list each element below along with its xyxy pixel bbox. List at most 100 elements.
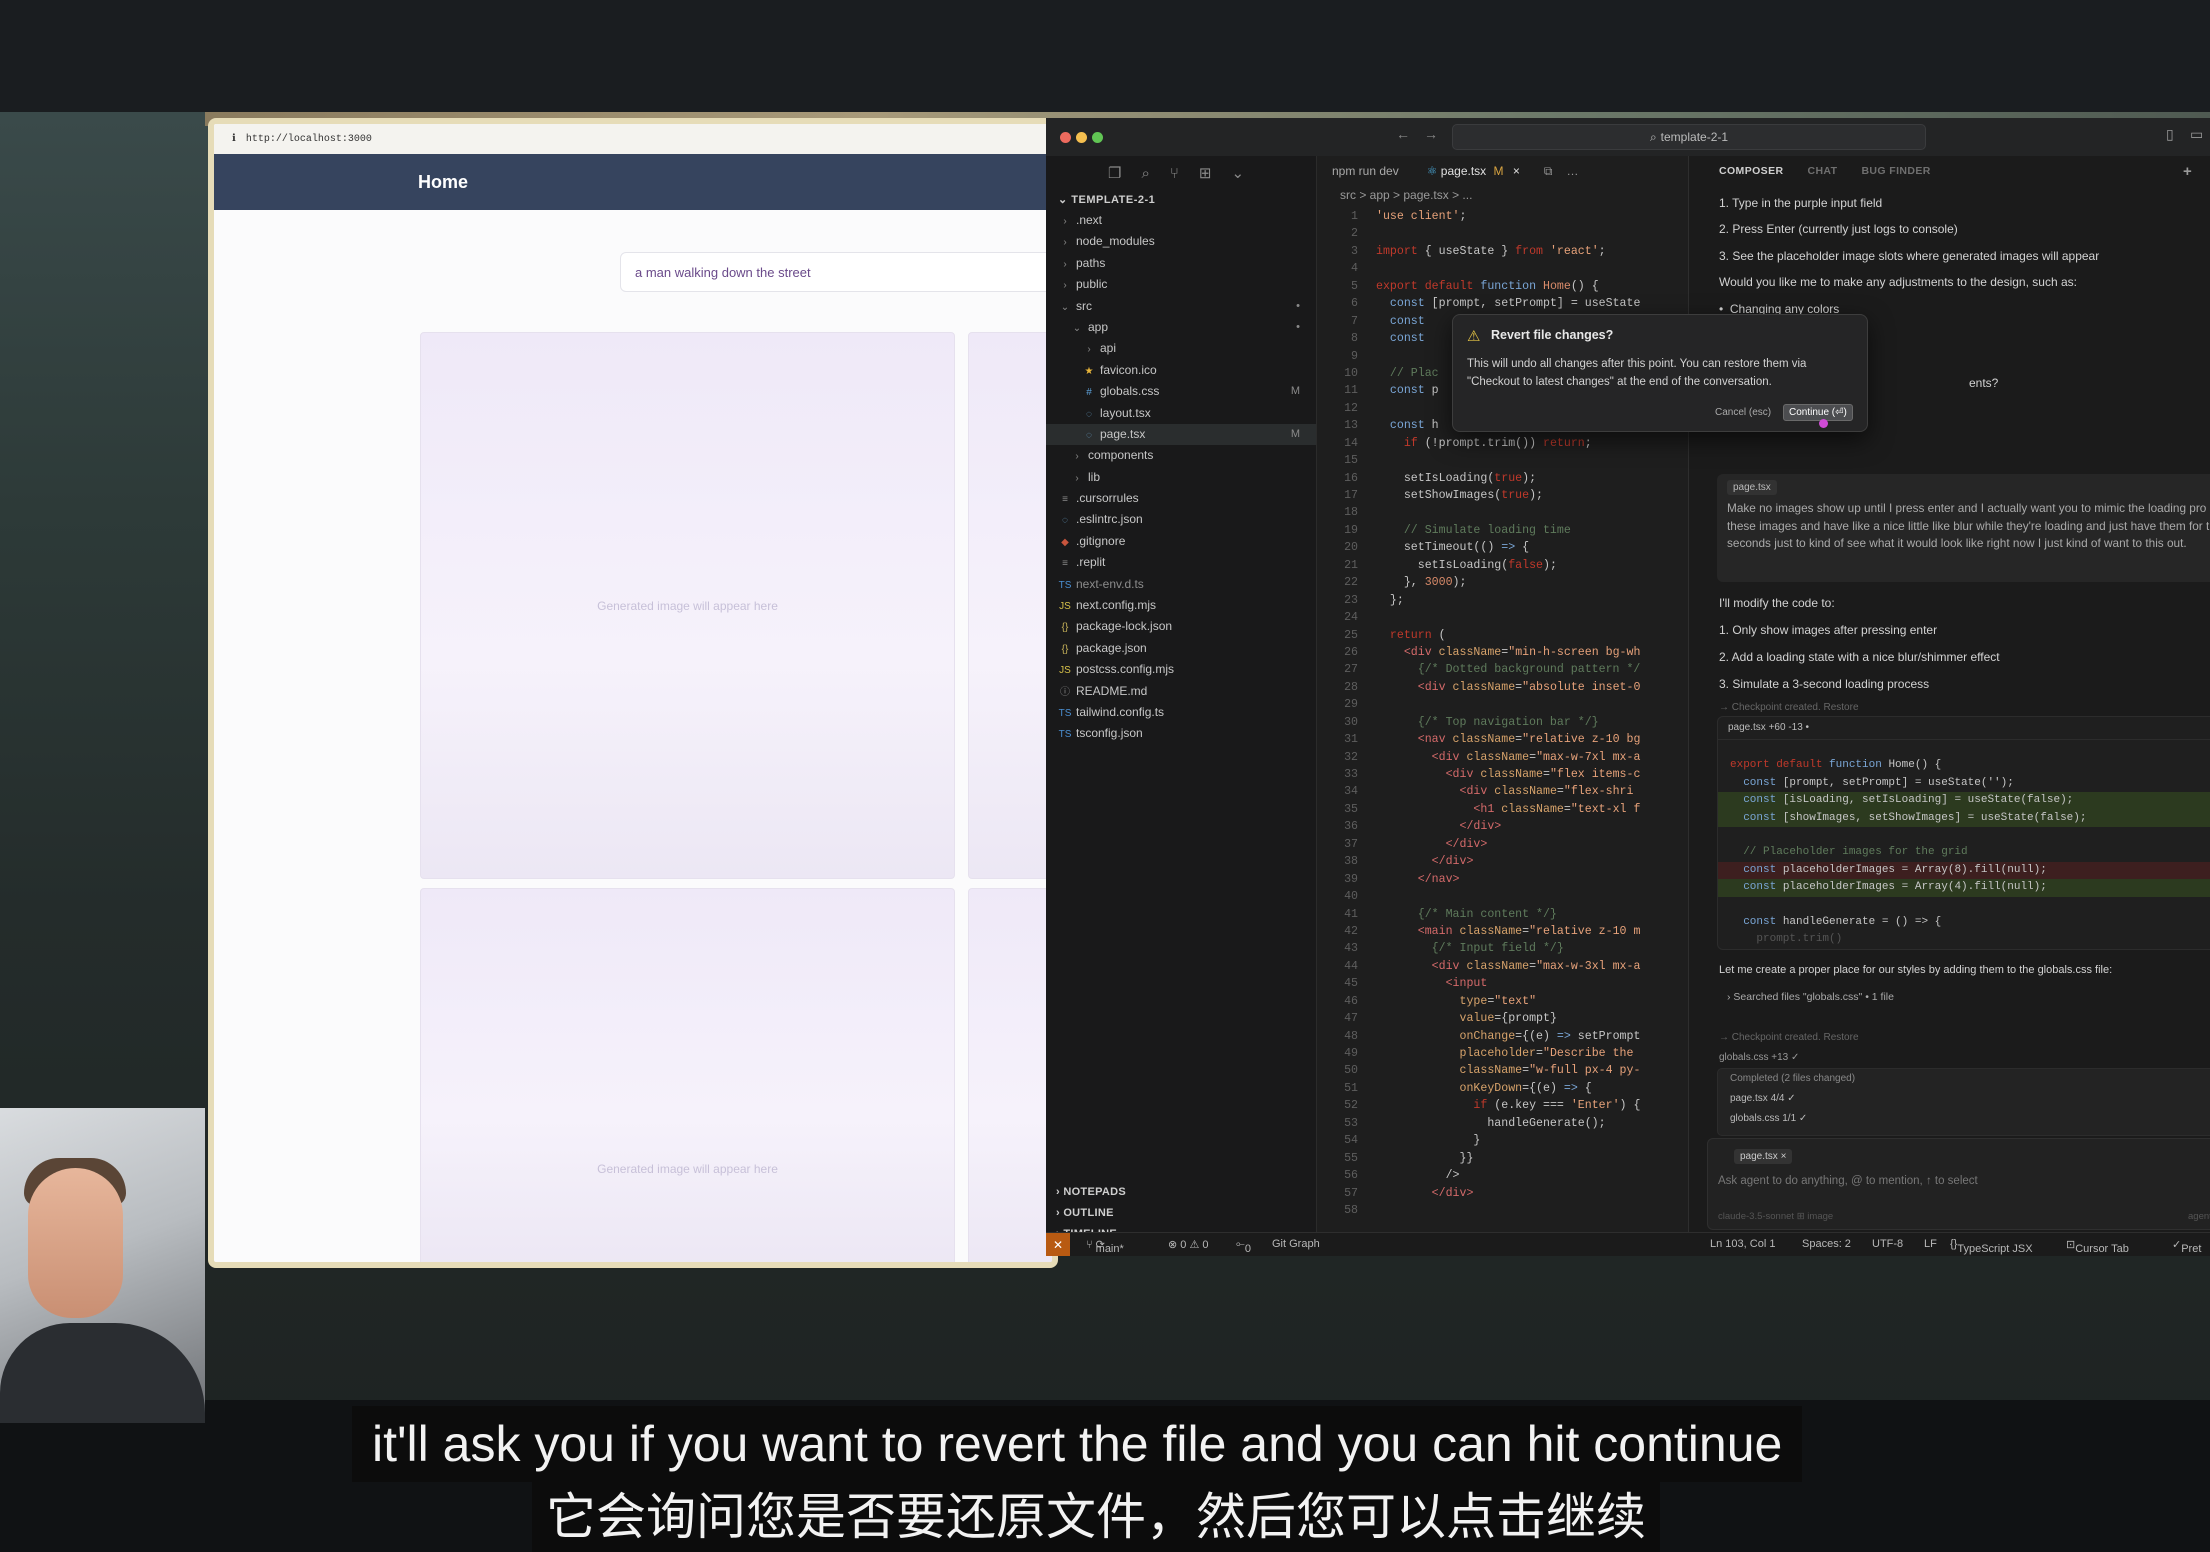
close-window-button[interactable] [1060, 132, 1071, 143]
cursor-position[interactable]: Ln 103, Col 1 [1710, 1238, 1775, 1250]
close-icon[interactable]: × [1513, 164, 1520, 178]
branch-indicator[interactable]: ⑂ main* ⟳ [1086, 1238, 1124, 1255]
file-tree-item[interactable]: {} package.json [1046, 638, 1316, 659]
indentation[interactable]: Spaces: 2 [1802, 1238, 1851, 1250]
file-label: tailwind.config.ts [1076, 704, 1165, 719]
cancel-button[interactable]: Cancel (esc) [1715, 407, 1771, 418]
file-chip[interactable]: page.tsx × [1734, 1149, 1793, 1164]
language-mode[interactable]: {} TypeScript JSX [1950, 1238, 2033, 1255]
chevron-down-icon[interactable]: ⌄ [1231, 164, 1244, 182]
completed-file[interactable]: page.tsx 4/4 ✓ [1718, 1089, 2210, 1109]
file-chip[interactable]: page.tsx [1727, 480, 1777, 495]
agent-mode[interactable]: agent [2188, 1211, 2210, 1222]
checkpoint-restore-link[interactable]: → Checkpoint created. Restore [1719, 1032, 1859, 1043]
command-search[interactable]: ⌕ template-2-1 [1452, 124, 1926, 150]
file-tree-item[interactable]: › public [1046, 274, 1316, 295]
file-tree-item[interactable]: TS tailwind.config.ts [1046, 702, 1316, 723]
remote-icon[interactable]: ✕ [1046, 1233, 1070, 1256]
plus-icon[interactable]: + [2183, 163, 2192, 180]
file-label: components [1088, 448, 1154, 463]
tab-page-tsx[interactable]: ⚛ page.tsx M × [1412, 156, 1534, 186]
placeholder-text: Generated image will appear here [597, 598, 778, 613]
file-tree-item[interactable]: JS postcss.config.mjs [1046, 659, 1316, 680]
source-control-icon[interactable]: ⑂ [1170, 165, 1179, 182]
file-tree-item[interactable]: ◌ .eslintrc.json [1046, 509, 1316, 530]
tab-chat[interactable]: CHAT [1807, 165, 1837, 177]
globals-card[interactable]: globals.css +13 ✓ [1719, 1052, 1799, 1063]
address-bar[interactable]: ℹ http://localhost:3000 [214, 124, 1052, 154]
file-tree-item[interactable]: {} package-lock.json [1046, 616, 1316, 637]
js-icon: JS [1059, 601, 1071, 613]
file-tree-item[interactable]: › paths [1046, 253, 1316, 274]
file-tree-item[interactable]: # globals.css M [1046, 381, 1316, 402]
explorer-title[interactable]: ⌄ TEMPLATE-2-1 [1046, 190, 1316, 210]
agent-input[interactable]: page.tsx × Ask agent to do anything, @ t… [1707, 1138, 2210, 1230]
breadcrumb[interactable]: src > app > page.tsx > ... [1340, 188, 1472, 202]
file-label: app [1088, 319, 1109, 334]
chevron-right-icon: › [1075, 472, 1079, 484]
file-tree-item[interactable]: ≡ .cursorrules [1046, 488, 1316, 509]
chevron-right-icon: › [1063, 216, 1067, 227]
file-tree-item[interactable]: ◌ layout.tsx [1046, 403, 1316, 424]
file-tree-item[interactable]: › api [1046, 338, 1316, 359]
file-tree-item[interactable]: TS tsconfig.json [1046, 723, 1316, 744]
dialog-title: Revert file changes? [1491, 328, 1614, 342]
diff-preview[interactable]: page.tsx +60 -13 • export default functi… [1717, 716, 2210, 950]
file-tree-item[interactable]: › lib [1046, 467, 1316, 488]
file-tree-item[interactable]: TS next-env.d.ts [1046, 574, 1316, 595]
file-tree-item[interactable]: ≡ .replit [1046, 552, 1316, 573]
search-icon[interactable]: ⌕ [1141, 165, 1149, 182]
completed-summary[interactable]: Completed (2 files changed) page.tsx 4/4… [1717, 1068, 2210, 1136]
file-tree-item[interactable]: ⌄ src • [1046, 296, 1316, 317]
searched-files[interactable]: › Searched files "globals.css" • 1 file [1717, 984, 2210, 1010]
modify-intro: I'll modify the code to: [1719, 596, 1835, 610]
file-label: .replit [1076, 555, 1106, 570]
cursor-tab-toggle[interactable]: ⊡ Cursor Tab [2066, 1238, 2129, 1255]
minimize-window-button[interactable] [1076, 132, 1087, 143]
notepads-section[interactable]: › NOTEPADS [1046, 1182, 1326, 1203]
git-graph-button[interactable]: Git Graph [1272, 1238, 1320, 1250]
file-tree-item[interactable]: ⌄ app • [1046, 317, 1316, 338]
model-selector[interactable]: claude-3.5-sonnet ⊞ image [1718, 1211, 1833, 1222]
file-tree-item[interactable]: › .next [1046, 210, 1316, 231]
more-actions-icon[interactable]: … [1566, 164, 1578, 178]
encoding[interactable]: UTF-8 [1872, 1238, 1903, 1250]
ports-indicator[interactable]: ⟜ 0 [1236, 1238, 1251, 1255]
diff-header[interactable]: page.tsx +60 -13 • [1718, 717, 2210, 740]
outline-section[interactable]: › OUTLINE [1046, 1203, 1326, 1224]
search-text: template-2-1 [1660, 130, 1729, 144]
file-tree-item[interactable]: ◆ .gitignore [1046, 531, 1316, 552]
history-arrows[interactable]: ←→ [1396, 126, 1452, 142]
file-label: next.config.mjs [1076, 598, 1157, 613]
tab-composer[interactable]: COMPOSER [1719, 165, 1783, 177]
tab-bug-finder[interactable]: BUG FINDER [1861, 165, 1930, 177]
info-icon[interactable]: ℹ [232, 133, 236, 145]
user-message[interactable]: page.tsx Make no images show up until I … [1717, 474, 2210, 582]
zoom-window-button[interactable] [1092, 132, 1103, 143]
presenter-body [0, 1323, 205, 1423]
search-icon: ⌕ [1649, 129, 1657, 144]
file-tree-item[interactable]: ◌ page.tsx M [1046, 423, 1316, 446]
file-tree-item[interactable]: › node_modules [1046, 231, 1316, 252]
prettier-status[interactable]: ✓ Pret [2172, 1238, 2201, 1255]
file-tree-item[interactable]: ★ favicon.ico [1046, 360, 1316, 381]
panel-toggle-icon[interactable]: ▭ [2190, 126, 2203, 143]
completed-file[interactable]: globals.css 1/1 ✓ [1718, 1109, 2210, 1129]
prompt-input[interactable]: a man walking down the street [620, 252, 1052, 292]
status-bar: ✕ ⑂ main* ⟳ ⊗ 0 ⚠ 0 ⟜ 0 Git Graph Ln 103… [1046, 1232, 2210, 1256]
line-ending[interactable]: LF [1924, 1238, 1937, 1250]
page-title: Home [418, 171, 469, 192]
split-editor-icon[interactable]: ⧉ [1544, 164, 1553, 179]
modify-step: 1. Only show images after pressing enter [1719, 623, 1938, 637]
file-tree-item[interactable]: › components [1046, 445, 1316, 466]
extensions-icon[interactable]: ⊞ [1199, 164, 1212, 182]
file-tree-item[interactable]: ⓘ README.md [1046, 681, 1316, 702]
continue-button[interactable]: Continue (⏎) [1783, 404, 1853, 421]
files-icon[interactable]: ❐ [1108, 164, 1121, 182]
file-tree-item[interactable]: JS next.config.mjs [1046, 595, 1316, 616]
problems-indicator[interactable]: ⊗ 0 ⚠ 0 [1168, 1238, 1208, 1251]
hash-icon: # [1086, 387, 1092, 399]
tab-terminal[interactable]: npm run dev [1318, 156, 1413, 186]
layout-toggle-icon[interactable]: ▯ [2166, 126, 2174, 143]
checkpoint-restore-link[interactable]: → Checkpoint created. Restore [1719, 702, 1859, 713]
